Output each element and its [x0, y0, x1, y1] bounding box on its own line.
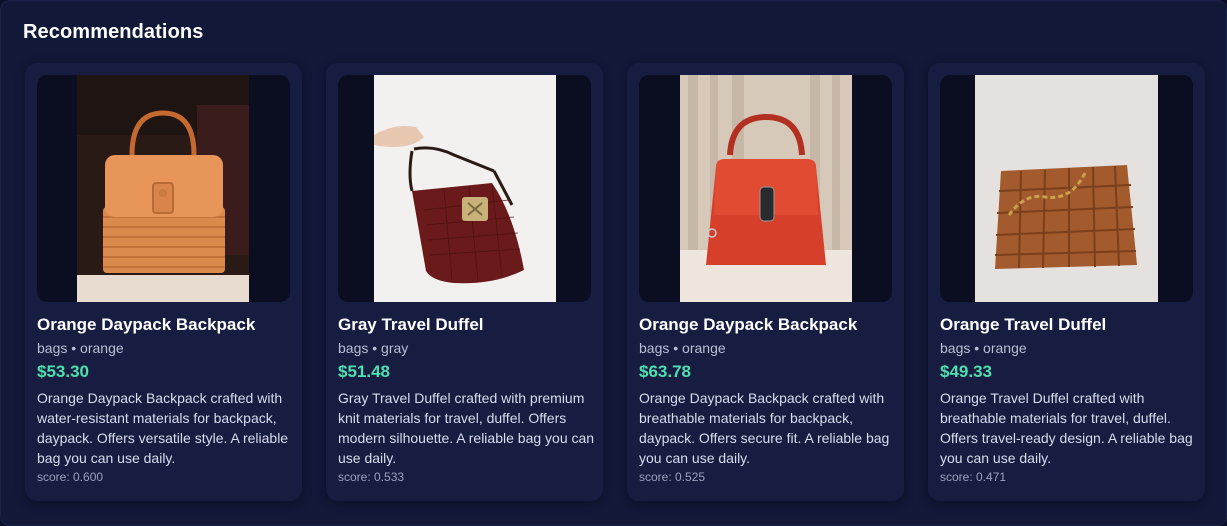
product-price: $51.48 — [338, 362, 390, 381]
product-image[interactable] — [37, 75, 290, 302]
red-top-handle-bag-photo — [680, 75, 852, 302]
product-score: score: 0.600 — [37, 470, 104, 484]
product-card[interactable]: Orange Daypack Backpack bags • orange $5… — [25, 63, 302, 501]
product-card[interactable]: Orange Travel Duffel bags • orange $49.3… — [928, 63, 1205, 501]
product-category: bags — [37, 340, 68, 356]
orange-woven-handbag-photo — [77, 75, 249, 302]
section-title: Recommendations — [23, 21, 204, 43]
meta-separator: • — [974, 340, 980, 356]
product-grid: Orange Daypack Backpack bags • orange $5… — [25, 63, 1214, 501]
product-description: Gray Travel Duffel crafted with premium … — [338, 390, 595, 466]
meta-separator: • — [71, 340, 77, 356]
product-description: Orange Travel Duffel crafted with breath… — [940, 390, 1193, 466]
product-color: orange — [983, 340, 1027, 356]
product-name[interactable]: Orange Daypack Backpack — [639, 315, 899, 335]
meta-separator: • — [673, 340, 679, 356]
meta-separator: • — [372, 340, 378, 356]
product-description: Orange Daypack Backpack crafted with wat… — [37, 390, 289, 466]
product-name[interactable]: Gray Travel Duffel — [338, 315, 598, 335]
product-price: $53.30 — [37, 362, 89, 381]
product-category: bags — [639, 340, 670, 356]
product-score: score: 0.471 — [940, 470, 1007, 484]
product-price: $49.33 — [940, 362, 992, 381]
product-description: Orange Daypack Backpack crafted with bre… — [639, 390, 890, 466]
product-score: score: 0.525 — [639, 470, 706, 484]
product-name[interactable]: Orange Daypack Backpack — [37, 315, 297, 335]
product-category: bags — [338, 340, 369, 356]
product-price: $63.78 — [639, 362, 691, 381]
product-card[interactable]: Orange Daypack Backpack bags • orange $6… — [627, 63, 904, 501]
tan-woven-chain-bag-photo — [975, 75, 1158, 302]
product-meta: bags • orange — [940, 340, 1027, 356]
brown-croc-shoulder-bag-photo — [374, 75, 556, 302]
product-name[interactable]: Orange Travel Duffel — [940, 315, 1200, 335]
product-category: bags — [940, 340, 971, 356]
product-image[interactable] — [940, 75, 1193, 302]
product-meta: bags • orange — [37, 340, 124, 356]
product-image[interactable] — [639, 75, 892, 302]
recommendations-panel: Recommendations Orange Daypack Backpack … — [0, 0, 1227, 526]
product-image[interactable] — [338, 75, 591, 302]
product-meta: bags • gray — [338, 340, 408, 356]
product-meta: bags • orange — [639, 340, 726, 356]
product-score: score: 0.533 — [338, 470, 405, 484]
product-color: orange — [682, 340, 726, 356]
product-color: orange — [80, 340, 124, 356]
product-card[interactable]: Gray Travel Duffel bags • gray $51.48 Gr… — [326, 63, 603, 501]
product-color: gray — [381, 340, 409, 356]
